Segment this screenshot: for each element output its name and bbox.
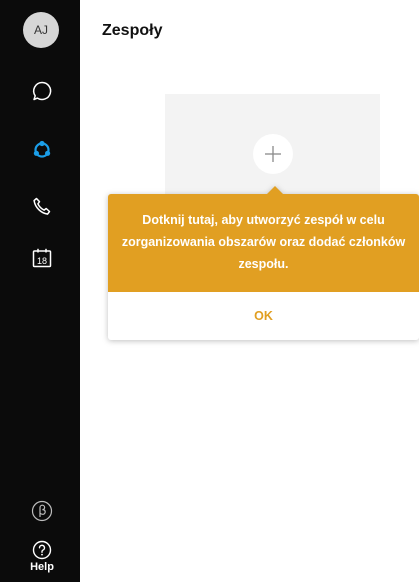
beta-icon	[31, 500, 53, 522]
sidebar-item-calendar[interactable]: 18	[28, 244, 56, 272]
calendar-icon: 18	[32, 248, 52, 268]
add-team-button[interactable]	[253, 134, 293, 174]
tooltip-arrow	[267, 186, 283, 194]
tooltip-footer: OK	[108, 292, 419, 340]
sidebar: AJ 18 Help	[0, 0, 80, 582]
help-label: Help	[30, 561, 54, 573]
avatar[interactable]: AJ	[23, 12, 59, 48]
sidebar-item-beta[interactable]	[28, 497, 56, 525]
chat-icon	[32, 81, 52, 101]
calendar-day: 18	[37, 256, 47, 266]
tooltip-message: Dotknij tutaj, aby utworzyć zespół w cel…	[108, 194, 419, 292]
sidebar-item-chat[interactable]	[28, 77, 56, 105]
onboarding-tooltip: Dotknij tutaj, aby utworzyć zespół w cel…	[108, 186, 419, 340]
teams-icon	[33, 140, 51, 158]
sidebar-item-teams[interactable]	[28, 136, 56, 164]
phone-icon	[33, 197, 51, 215]
sidebar-item-help[interactable]: Help	[20, 540, 64, 573]
sidebar-item-calls[interactable]	[28, 193, 56, 221]
app-window: AJ 18 Help Zespoły Dotknij tutaj, aby ut…	[0, 0, 419, 582]
page-title: Zespoły	[102, 22, 163, 39]
help-icon	[32, 540, 52, 560]
plus-icon	[265, 146, 281, 162]
ok-button[interactable]: OK	[242, 305, 285, 327]
